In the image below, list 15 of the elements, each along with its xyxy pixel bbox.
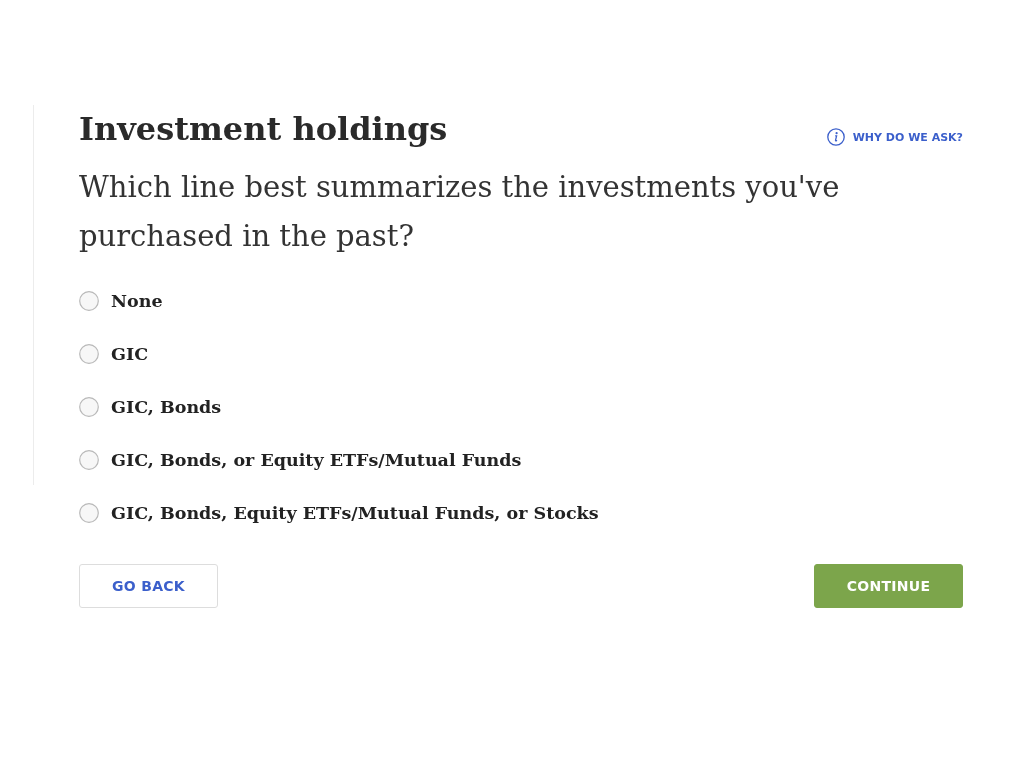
radio-option[interactable]: GIC <box>79 327 149 380</box>
radio-option[interactable]: None <box>79 274 163 327</box>
radio-button[interactable] <box>79 290 99 311</box>
help-link[interactable]: WHY DO WE ASK? <box>826 128 963 146</box>
radio-option[interactable]: GIC, Bonds, or Equity ETFs/Mutual Funds <box>79 433 522 486</box>
info-icon <box>826 128 845 146</box>
radio-button[interactable] <box>79 343 99 364</box>
question-text: Which line best summarizes the investments you've purchased in the past? <box>79 169 841 255</box>
radio-option[interactable]: GIC, Bonds <box>79 380 222 433</box>
page-title: Investment holdings <box>79 109 448 150</box>
radio-option[interactable]: GIC, Bonds, Equity ETFs/Mutual Funds, or Stocks <box>79 486 599 539</box>
radio-button[interactable] <box>79 449 99 470</box>
go-back-button[interactable]: GO BACK <box>79 564 218 608</box>
radio-button[interactable] <box>79 396 99 417</box>
radio-button[interactable] <box>79 502 99 523</box>
